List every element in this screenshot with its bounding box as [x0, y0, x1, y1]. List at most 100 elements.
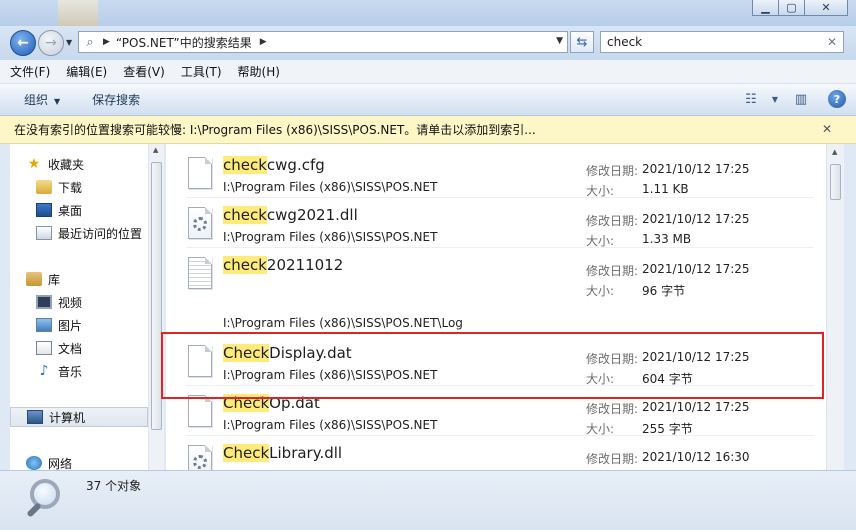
- file-name-rest: cwg2021.dll: [266, 206, 358, 224]
- back-button[interactable]: ←: [10, 30, 36, 56]
- menu-help[interactable]: 帮助(H): [238, 63, 280, 80]
- refresh-icon: ⇆: [576, 34, 588, 50]
- match-highlight: check: [223, 156, 267, 174]
- magnifier-icon: [24, 477, 70, 523]
- scroll-up-icon[interactable]: ▲: [832, 148, 837, 156]
- nav-downloads[interactable]: 下载: [36, 177, 164, 197]
- modified-label: 修改日期:: [586, 264, 639, 278]
- desktop-icon: [36, 203, 52, 217]
- menu-file[interactable]: 文件(F): [10, 63, 50, 80]
- nav-label: 收藏夹: [48, 157, 85, 172]
- nav-computer[interactable]: 计算机: [10, 407, 148, 427]
- nav-pictures[interactable]: 图片: [36, 315, 164, 335]
- list-item[interactable]: checkcwg2021.dll I:\Program Files (x86)\…: [166, 198, 818, 248]
- file-name: CheckOp.dat: [223, 394, 320, 412]
- help-icon[interactable]: ?: [828, 90, 846, 108]
- nav-scroll-thumb[interactable]: [151, 162, 162, 430]
- library-icon: [26, 272, 42, 286]
- results-scrollbar[interactable]: ▲: [826, 144, 844, 470]
- nav-label: 最近访问的位置: [58, 226, 143, 241]
- nav-music[interactable]: ♪ 音乐: [36, 361, 164, 381]
- nav-favorites[interactable]: ★ 收藏夹: [26, 154, 164, 174]
- match-highlight: Check: [223, 344, 270, 362]
- file-path: I:\Program Files (x86)\SISS\POS.NET: [223, 230, 438, 244]
- address-bar[interactable]: ⌕ ▶ “POS.NET”中的搜索结果 ▶ ▼: [78, 31, 568, 53]
- file-icon: [188, 395, 212, 427]
- menu-view[interactable]: 查看(V): [123, 63, 165, 80]
- search-query: check: [607, 35, 643, 49]
- info-bar-text: 在没有索引的位置搜索可能较慢: I:\Program Files (x86)\S…: [14, 123, 536, 137]
- view-options-icon[interactable]: ☷: [742, 90, 760, 108]
- view-controls: ☷ ▼ ▥ ?: [734, 90, 846, 108]
- forward-button[interactable]: →: [38, 30, 64, 56]
- modified-date: 2021/10/12 17:25: [642, 262, 750, 276]
- dll-file-icon: [188, 445, 212, 470]
- computer-icon: [27, 410, 43, 424]
- match-highlight: Check: [223, 444, 270, 462]
- size-label: 大小:: [586, 284, 615, 298]
- video-icon: [36, 295, 52, 309]
- minimize-button[interactable]: ▁: [752, 0, 779, 16]
- file-size: 1.33 MB: [642, 232, 692, 246]
- gear-icon: [193, 455, 207, 469]
- nav-desktop[interactable]: 桌面: [36, 200, 164, 220]
- navigation-pane: ★ 收藏夹 下载 桌面 最近访问的位置 库 视频 图片 文档 ♪ 音乐 计算机 网络: [10, 144, 164, 470]
- file-path: I:\Program Files (x86)\SISS\POS.NET\Log: [223, 316, 463, 330]
- chevron-right-icon[interactable]: ▶: [260, 37, 267, 47]
- refresh-button[interactable]: ⇆: [570, 31, 594, 53]
- index-info-bar[interactable]: 在没有索引的位置搜索可能较慢: I:\Program Files (x86)\S…: [0, 116, 856, 144]
- recent-pages-dropdown[interactable]: ▼: [66, 38, 72, 47]
- organize-button[interactable]: 组织 ▼: [24, 91, 60, 108]
- dll-file-icon: [188, 207, 212, 239]
- nav-network[interactable]: 网络: [26, 453, 164, 470]
- view-dropdown-icon[interactable]: ▼: [766, 90, 784, 108]
- file-icon: [188, 157, 212, 189]
- list-item[interactable]: checkcwg.cfg I:\Program Files (x86)\SISS…: [166, 148, 818, 198]
- match-highlight: check: [223, 256, 267, 274]
- nav-recent[interactable]: 最近访问的位置: [36, 223, 164, 243]
- menu-tools[interactable]: 工具(T): [181, 63, 222, 80]
- file-name: checkcwg.cfg: [223, 156, 325, 174]
- nav-documents[interactable]: 文档: [36, 338, 164, 358]
- document-icon: [36, 341, 52, 355]
- arrow-right-icon: →: [45, 35, 57, 51]
- star-icon: ★: [27, 156, 41, 172]
- nav-libraries[interactable]: 库: [26, 269, 164, 289]
- scroll-up-icon[interactable]: ▲: [153, 146, 158, 154]
- picture-icon: [36, 318, 52, 332]
- file-path: I:\Program Files (x86)\SISS\POS.NET: [223, 418, 438, 432]
- file-path: I:\Program Files (x86)\SISS\POS.NET: [223, 368, 438, 382]
- address-dropdown-icon[interactable]: ▼: [556, 36, 563, 46]
- modified-label: 修改日期:: [586, 402, 639, 416]
- search-icon: ⌕: [86, 34, 94, 50]
- nav-label: 音乐: [58, 364, 83, 379]
- nav-label: 下载: [58, 180, 83, 195]
- chevron-right-icon[interactable]: ▶: [103, 37, 110, 47]
- list-item[interactable]: CheckLibrary.dll 修改日期: 2021/10/12 16:30: [166, 436, 818, 470]
- file-name: check20211012: [223, 256, 343, 274]
- download-folder-icon: [36, 180, 52, 194]
- clear-search-icon[interactable]: ✕: [827, 35, 837, 49]
- nav-scrollbar[interactable]: ▲: [148, 144, 164, 470]
- file-name-rest: Op.dat: [269, 394, 320, 412]
- list-item[interactable]: check20211012 I:\Program Files (x86)\SIS…: [166, 248, 818, 334]
- nav-label: 文档: [58, 341, 83, 356]
- menu-edit[interactable]: 编辑(E): [66, 63, 107, 80]
- match-highlight: Check: [223, 394, 270, 412]
- list-item[interactable]: CheckDisplay.dat I:\Program Files (x86)\…: [166, 336, 818, 386]
- close-button[interactable]: ✕: [804, 0, 848, 16]
- search-input[interactable]: check ✕: [600, 31, 844, 53]
- close-infobar-icon[interactable]: ✕: [822, 122, 832, 136]
- list-item[interactable]: CheckOp.dat I:\Program Files (x86)\SISS\…: [166, 386, 818, 436]
- title-bar: ▁ ▢ ✕: [0, 0, 856, 26]
- file-name-rest: Library.dll: [269, 444, 343, 462]
- modified-label: 修改日期:: [586, 352, 639, 366]
- results-scroll-thumb[interactable]: [830, 164, 841, 200]
- save-search-button[interactable]: 保存搜索: [92, 91, 140, 108]
- preview-pane-icon[interactable]: ▥: [792, 90, 810, 108]
- menu-bar: 文件(F) 编辑(E) 查看(V) 工具(T) 帮助(H): [0, 60, 856, 84]
- breadcrumb[interactable]: “POS.NET”中的搜索结果: [116, 34, 252, 51]
- maximize-button[interactable]: ▢: [778, 0, 805, 16]
- nav-videos[interactable]: 视频: [36, 292, 164, 312]
- music-note-icon: ♪: [39, 363, 49, 379]
